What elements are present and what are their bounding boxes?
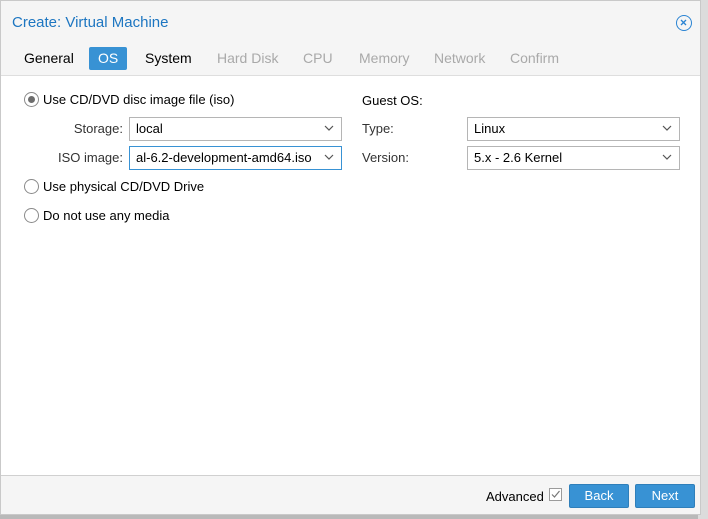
os-version-label: Version: xyxy=(362,150,409,165)
radio-use-iso-label: Use CD/DVD disc image file (iso) xyxy=(43,92,235,107)
iso-image-label: ISO image: xyxy=(57,150,123,165)
radio-button-checked[interactable] xyxy=(24,92,39,107)
dialog-title: Create: Virtual Machine xyxy=(12,14,169,31)
advanced-label: Advanced xyxy=(486,489,544,504)
radio-no-media[interactable]: Do not use any media xyxy=(24,207,284,225)
storage-value: local xyxy=(136,121,163,136)
chevron-down-icon[interactable] xyxy=(324,152,334,162)
dialog-footer: Advanced Back Next xyxy=(1,477,700,515)
tab-memory: Memory xyxy=(359,50,410,66)
os-panel: Use CD/DVD disc image file (iso) Storage… xyxy=(1,76,700,476)
guest-os-heading: Guest OS: xyxy=(362,93,423,108)
os-type-label: Type: xyxy=(362,121,394,136)
tab-os[interactable]: OS xyxy=(89,47,128,70)
check-icon xyxy=(551,490,560,498)
dialog-titlebar: Create: Virtual Machine xyxy=(1,1,700,41)
radio-use-iso[interactable]: Use CD/DVD disc image file (iso) xyxy=(24,91,284,109)
os-version-select[interactable]: 5.x - 2.6 Kernel xyxy=(467,146,680,170)
back-button[interactable]: Back xyxy=(569,484,629,508)
radio-button[interactable] xyxy=(24,208,39,223)
iso-image-value: al-6.2-development-amd64.iso xyxy=(136,150,312,165)
wizard-tabs: General OS System Hard Disk CPU Memory N… xyxy=(1,41,700,76)
os-type-select[interactable]: Linux xyxy=(467,117,680,141)
radio-physical-drive-label: Use physical CD/DVD Drive xyxy=(43,179,205,194)
advanced-checkbox[interactable] xyxy=(549,488,562,501)
chevron-down-icon[interactable] xyxy=(662,123,672,133)
os-type-value: Linux xyxy=(474,121,506,136)
chevron-down-icon[interactable] xyxy=(662,152,672,162)
tab-hard-disk: Hard Disk xyxy=(217,50,279,66)
next-button[interactable]: Next xyxy=(635,484,695,508)
radio-physical-drive[interactable]: Use physical CD/DVD Drive xyxy=(24,178,284,196)
create-vm-dialog: Create: Virtual Machine General OS Syste… xyxy=(0,0,701,515)
radio-no-media-label: Do not use any media xyxy=(43,208,170,223)
os-version-value: 5.x - 2.6 Kernel xyxy=(474,150,563,165)
tab-network: Network xyxy=(434,50,486,66)
iso-image-select[interactable]: al-6.2-development-amd64.iso xyxy=(129,146,342,170)
chevron-down-icon[interactable] xyxy=(324,123,334,133)
tab-confirm: Confirm xyxy=(510,50,560,66)
tab-general[interactable]: General xyxy=(15,47,83,70)
storage-label: Storage: xyxy=(73,121,123,136)
tab-system[interactable]: System xyxy=(136,47,201,70)
close-icon[interactable] xyxy=(676,15,692,31)
tab-cpu: CPU xyxy=(303,50,333,66)
radio-button[interactable] xyxy=(24,179,39,194)
storage-select[interactable]: local xyxy=(129,117,342,141)
